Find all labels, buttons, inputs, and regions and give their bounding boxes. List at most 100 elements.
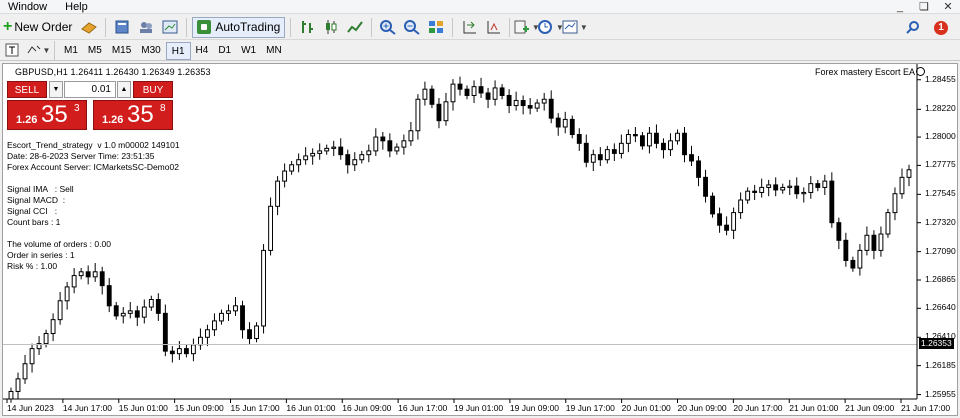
price-axis[interactable]: 1.28455 1.28220 1.28000 1.27775 1.27545 1.273… [917,64,957,417]
timeframe-mn[interactable]: MN [261,42,287,60]
notification-badge[interactable]: 1 [934,20,948,35]
timeframe-d1[interactable]: D1 [213,42,236,60]
autoscroll-button[interactable] [482,17,504,38]
x-tick-label: 20 Jun 01:00 [621,403,671,413]
new-order-button[interactable]: + New Order [3,17,76,38]
meta-editor-button[interactable] [111,17,133,38]
candle-body [436,103,442,122]
candle-body [373,136,379,152]
x-tick-label: 20 Jun 09:00 [677,403,727,413]
candle-body [752,190,758,193]
candle-body [401,140,407,148]
signal-ima: Signal IMA : Sell [7,184,74,194]
candle-body [717,213,723,226]
bar-chart-icon [298,19,316,35]
zoom-out-button[interactable] [401,17,423,38]
periods-button[interactable]: ▼ [537,17,564,38]
candle-body [310,152,316,157]
buy-button[interactable]: BUY [133,81,173,98]
timeframe-m1[interactable]: M1 [59,42,83,60]
signal-macd: Signal MACD : [7,195,66,205]
menu-window[interactable]: Window [0,0,57,14]
indicators-button[interactable]: ▼ [514,17,540,38]
candle-body [836,222,842,241]
candle-body [127,310,133,314]
close-button[interactable]: ✕ [936,0,960,14]
buy-price-button[interactable]: 1.26 35 8 [93,100,173,130]
autotrading-button[interactable]: AutoTrading [192,16,286,38]
tile-windows-button[interactable] [425,17,447,38]
chart-window-icon [161,19,179,35]
x-tick-label: 15 Jun 01:00 [118,403,168,413]
text-icon [5,43,23,59]
candle-body [464,88,470,96]
candle-body [513,100,519,107]
navigator-button[interactable] [135,17,157,38]
candle-body [387,140,393,152]
candle-body [422,88,428,100]
arrows-tool-button[interactable]: ▼ [27,40,50,61]
candle-body [808,183,814,193]
sell-price-button[interactable]: 1.26 35 3 [7,100,87,130]
timeframe-m30[interactable]: M30 [136,42,165,60]
timeframe-h4[interactable]: H4 [191,42,214,60]
candle-body [857,249,863,269]
candle-body [345,154,351,166]
zoom-in-button[interactable] [377,17,399,38]
restore-button[interactable]: ❏ [912,0,936,14]
candle-body [794,185,800,195]
zoom-in-icon [379,19,397,35]
timeframe-w1[interactable]: W1 [236,42,261,60]
minimize-button[interactable]: _ [888,0,912,14]
autotrading-label: AutoTrading [215,20,281,34]
autoscroll-icon [484,19,502,35]
templates-button[interactable]: ▼ [562,17,588,38]
candle-body [604,149,610,161]
sell-button[interactable]: SELL [7,81,47,98]
candle-body [169,350,175,355]
candle-body [212,320,217,331]
market-watch-button[interactable] [78,17,100,38]
x-tick-label: 16 Jun 09:00 [342,403,392,413]
candle-body [696,160,701,178]
timeframe-m15[interactable]: M15 [107,42,136,60]
line-chart-button[interactable] [344,17,366,38]
y-tick-label: 1.27090 [925,245,956,256]
search-icon[interactable] [906,20,924,36]
candlestick-button[interactable] [320,17,342,38]
strategy-tester-button[interactable] [159,17,181,38]
y-tick-label: 1.28220 [925,103,956,114]
chart-shift-button[interactable] [458,17,480,38]
x-tick-label: 14 Jun 17:00 [62,403,113,413]
candle-body [478,86,484,94]
menu-help[interactable]: Help [57,0,98,14]
text-tool-button[interactable] [3,40,25,61]
candle-body [50,319,56,335]
plus-icon: + [3,18,13,35]
timeframe-h1[interactable]: H1 [165,41,191,60]
toolbar-right: 1 [906,15,960,40]
candle-body [625,134,631,144]
chart-window[interactable]: GBPUSD,H1 1.26411 1.26430 1.26349 1.2635… [2,63,958,416]
count-bars: Count bars : 1 [7,217,61,227]
candle-body [197,336,203,346]
candle-body [569,118,575,136]
candle-body [205,329,210,338]
x-tick-label: 15 Jun 17:00 [230,403,280,413]
candle-body [296,159,302,166]
x-tick-label: 16 Jun 01:00 [286,403,336,413]
candle-body [268,205,274,251]
candle-body [282,170,288,182]
timeframe-m5[interactable]: M5 [83,42,107,60]
volume-up-button[interactable]: ▲ [117,81,131,98]
bar-chart-button[interactable] [296,17,318,38]
volume-input[interactable]: 0.01 [64,81,116,98]
chevron-down-icon: ▼ [579,22,588,32]
candle-body [724,224,730,231]
candle-body [183,348,189,355]
candle-body [822,180,828,188]
gold-bar-icon [80,19,98,35]
y-tick-label: 1.28000 [925,131,956,142]
volume-down-button[interactable]: ▼ [49,81,63,98]
candle-body [892,193,898,214]
